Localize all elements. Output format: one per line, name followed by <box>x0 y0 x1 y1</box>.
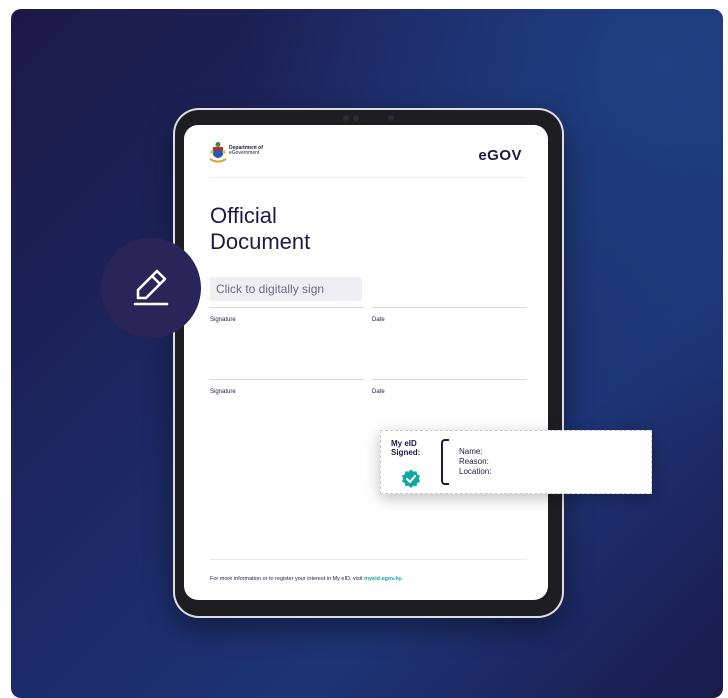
date-line-1 <box>372 307 526 308</box>
signature-label-1: Signature <box>210 317 236 323</box>
stamp-name-label: Name: <box>459 447 483 456</box>
sign-button[interactable] <box>101 238 201 338</box>
document-screen: Department of eGovernment eGOV Official … <box>184 125 548 600</box>
tablet-device: Department of eGovernment eGOV Official … <box>175 110 562 616</box>
footer-text: For more information or to register your… <box>210 576 363 582</box>
signature-line-2 <box>210 379 364 380</box>
egov-logo: eGOV <box>478 147 522 164</box>
camera-dot <box>343 115 349 121</box>
footer-link[interactable]: myeid.egov.ky. <box>364 576 403 582</box>
stamp-title: My eID Signed: <box>391 439 421 457</box>
department-name: Department of eGovernment <box>229 146 263 156</box>
document-footer: For more information or to register your… <box>210 559 527 583</box>
document-header: Department of eGovernment eGOV <box>209 141 526 178</box>
date-label-1: Date <box>372 317 385 323</box>
digital-sign-field[interactable]: Click to digitally sign <box>210 277 362 301</box>
document-title: Official Document <box>210 203 410 255</box>
title-line1: Official <box>210 203 277 228</box>
date-line-2 <box>372 379 526 380</box>
verified-badge-icon <box>402 469 420 488</box>
stamp-bracket <box>441 439 449 485</box>
camera-dot <box>388 115 394 121</box>
coat-of-arms-icon <box>209 142 227 163</box>
pen-icon <box>133 269 169 306</box>
camera-dot <box>353 115 359 121</box>
stamp-reason-label: Reason: <box>459 457 489 466</box>
department-line2: eGovernment <box>229 150 260 156</box>
signature-label-2: Signature <box>210 389 236 395</box>
stamp-location-label: Location: <box>459 467 492 476</box>
signature-line-1 <box>210 307 364 308</box>
eid-signature-stamp: My eID Signed: Name: Reason: Location: <box>380 430 652 494</box>
date-label-2: Date <box>372 389 385 395</box>
title-line2: Document <box>210 229 311 254</box>
